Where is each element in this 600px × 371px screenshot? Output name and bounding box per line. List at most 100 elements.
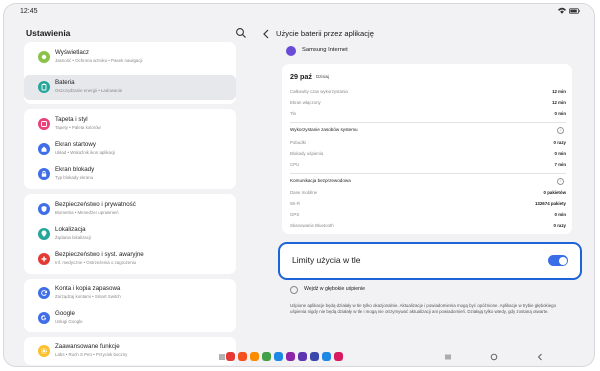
wireless-row-label: Skanowanie Bluetooth: [290, 223, 334, 228]
divider: [290, 122, 566, 123]
background-limits-label: Limity użycia w tle: [292, 255, 361, 265]
settings-item-emergency[interactable]: Bezpieczeństwo i syst. awaryjne Inf. med…: [24, 247, 236, 272]
settings-card-accounts: Konta i kopia zapasowa Zarządzaj kontami…: [24, 279, 236, 332]
deep-sleep-label: Wejdź w głębokie uśpienie: [304, 286, 366, 292]
usage-row-label: Tło: [290, 111, 297, 116]
recent-apps-icon[interactable]: [444, 353, 452, 361]
resource-row-value: 7 min: [554, 162, 566, 167]
app-drawer-icon[interactable]: [218, 353, 226, 361]
settings-item-location[interactable]: Lokalizacja Żądania lokalizacji: [24, 222, 236, 247]
settings-item-subtitle: Inf. medyczne • Ostrzeżenia o zagrożeniu: [55, 260, 137, 265]
dock-app-icon[interactable]: [322, 352, 331, 361]
resource-row-label: Blokady uśpienia: [290, 151, 324, 156]
settings-item-title: Ekran blokady: [55, 166, 95, 173]
status-time: 12:45: [20, 8, 38, 15]
back-icon[interactable]: [262, 29, 270, 39]
search-icon[interactable]: [235, 27, 247, 39]
app-battery-panel: Użycie baterii przez aplikację Samsung I…: [260, 20, 584, 360]
settings-item-wallpaper[interactable]: Tapeta i styl Tapety • Paleta kolorów: [24, 112, 236, 137]
dock-app-icon[interactable]: [238, 352, 247, 361]
usage-date: 29 paź: [290, 72, 312, 81]
wifi-icon: [558, 7, 566, 14]
wireless-row-label: GPS: [290, 212, 300, 217]
wireless-row-value: 0 pakietów: [543, 190, 566, 195]
info-icon[interactable]: i: [557, 127, 564, 134]
divider: [290, 173, 566, 174]
app-battery-header: Użycie baterii przez aplikację: [260, 24, 580, 44]
settings-item-subtitle: Tapety • Paleta kolorów: [55, 125, 101, 130]
settings-item-home-screen[interactable]: Ekran startowy Układ • Wskaźnik ikon apl…: [24, 137, 236, 162]
toggle-knob: [558, 256, 567, 265]
dock-app-icon[interactable]: [334, 352, 343, 361]
background-limits-row[interactable]: Limity użycia w tle: [278, 242, 582, 280]
settings-item-display[interactable]: Wyświetlacz Jasność • Ochrona wzroku • P…: [24, 45, 236, 70]
settings-item-lock-screen[interactable]: Ekran blokady Typ blokady ekranu: [24, 162, 236, 187]
usage-row: Całkowity czas wykorzystania 12 min: [290, 89, 566, 99]
settings-item-subtitle: Usługi Google: [55, 319, 83, 324]
wallpaper-icon: [38, 118, 50, 130]
settings-item-title: Lokalizacja: [55, 226, 86, 233]
settings-item-security[interactable]: Bezpieczeństwo i prywatność Biometria • …: [24, 197, 236, 222]
dock-app-icon[interactable]: [250, 352, 259, 361]
dock-app-icon[interactable]: [274, 352, 283, 361]
settings-card-security: Bezpieczeństwo i prywatność Biometria • …: [24, 194, 236, 274]
google-icon: [38, 312, 50, 324]
settings-item-title: Google: [55, 310, 75, 317]
dock-app-icon[interactable]: [226, 352, 235, 361]
resource-row: CPU 7 min: [290, 162, 566, 172]
shield-icon: [38, 203, 50, 215]
settings-card-display: Wyświetlacz Jasność • Ochrona wzroku • P…: [24, 42, 236, 104]
settings-item-google[interactable]: Google Usługi Google: [24, 306, 236, 331]
deep-sleep-radio[interactable]: [290, 286, 298, 294]
battery-status-icon: [569, 7, 580, 14]
back-button-icon[interactable]: [536, 353, 544, 361]
resource-row-value: 0 min: [554, 151, 566, 156]
resource-row-label: Pobudki: [290, 140, 306, 145]
home-button-icon[interactable]: [490, 353, 498, 361]
usage-row: Tło 0 min: [290, 111, 566, 121]
usage-row-label: Całkowity czas wykorzystania: [290, 89, 348, 94]
settings-item-title: Bezpieczeństwo i prywatność: [55, 201, 136, 208]
resource-row-label: CPU: [290, 162, 300, 167]
usage-card: 29 paź Dzisiaj Całkowity czas wykorzysta…: [282, 64, 572, 234]
settings-item-battery[interactable]: Bateria Oszczędzanie energii • Ładowanie: [24, 75, 236, 100]
dock-app-icon[interactable]: [298, 352, 307, 361]
wireless-row-label: Dane mobilne: [290, 190, 318, 195]
settings-item-subtitle: Oszczędzanie energii • Ładowanie: [55, 88, 123, 93]
wireless-title: Komunikacja bezprzewodowa: [290, 178, 351, 183]
wireless-row: Skanowanie Bluetooth 0 razy: [290, 223, 566, 233]
background-limits-toggle[interactable]: [548, 255, 568, 266]
usage-row: Ekran włączony 12 min: [290, 100, 566, 110]
settings-item-title: Ekran startowy: [55, 141, 96, 148]
status-icons: [558, 7, 580, 14]
resources-title: Wykorzystanie zasobów systemu: [290, 127, 358, 132]
settings-panel: Ustawienia Wyświetlacz Jasność • Ochrona…: [24, 20, 246, 365]
resource-row: Pobudki 0 razy: [290, 140, 566, 150]
settings-item-subtitle: Zarządzaj kontami • Smart Switch: [55, 294, 121, 299]
device-screen: 12:45 Ustawienia Wyświetlacz Jasność • O…: [4, 4, 594, 366]
page-title: Użycie baterii przez aplikację: [276, 29, 374, 38]
dock-app-icon[interactable]: [310, 352, 319, 361]
wireless-row: Wi-Fi 132674 pakiety: [290, 201, 566, 211]
navigation-bar: [4, 346, 594, 366]
wireless-row-value: 0 min: [554, 212, 566, 217]
usage-row-value: 0 min: [554, 111, 566, 116]
settings-card-appearance: Tapeta i styl Tapety • Paleta kolorów Ek…: [24, 109, 236, 189]
usage-row-value: 12 min: [552, 89, 566, 94]
settings-title: Ustawienia: [26, 28, 71, 38]
dock-app-icon[interactable]: [286, 352, 295, 361]
usage-row-value: 12 min: [552, 100, 566, 105]
resource-row: Blokady uśpienia 0 min: [290, 151, 566, 161]
wireless-row: Dane mobilne 0 pakietów: [290, 190, 566, 200]
dock-app-icon[interactable]: [262, 352, 271, 361]
settings-item-title: Bezpieczeństwo i syst. awaryjne: [55, 251, 144, 258]
deep-sleep-row[interactable]: Wejdź w głębokie uśpienie: [282, 282, 572, 298]
info-icon[interactable]: i: [557, 178, 564, 185]
lock-icon: [38, 168, 50, 180]
usage-row-label: Ekran włączony: [290, 100, 321, 105]
settings-item-subtitle: Typ blokady ekranu: [55, 175, 94, 180]
emergency-icon: [38, 253, 50, 265]
app-name: Samsung Internet: [302, 47, 348, 53]
settings-item-accounts[interactable]: Konta i kopia zapasowa Zarządzaj kontami…: [24, 281, 236, 306]
wireless-row-label: Wi-Fi: [290, 201, 301, 206]
